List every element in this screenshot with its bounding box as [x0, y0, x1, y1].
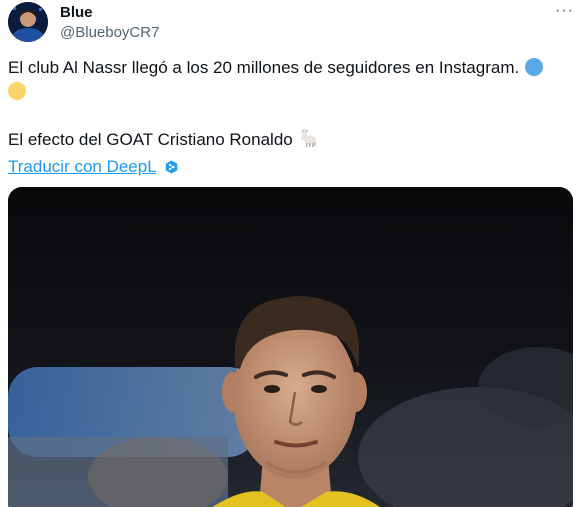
- translate-with-deepl-link[interactable]: Traducir con DeepL: [8, 157, 156, 176]
- avatar[interactable]: [8, 2, 48, 42]
- tweet-card: Blue @BlueboyCR7 ··· El club Al Nassr ll…: [0, 0, 585, 507]
- more-options-icon[interactable]: ···: [555, 2, 574, 20]
- tweet-text-sentence-2: El efecto del GOAT Cristiano Ronaldo: [8, 130, 293, 149]
- goat-emoji: [299, 128, 319, 155]
- translate-row: Traducir con DeepL: [8, 155, 573, 181]
- tweet-text-spacer: [8, 104, 573, 128]
- tweet-media-photo[interactable]: [8, 187, 573, 507]
- tweet-text-line-1: El club Al Nassr llegó a los 20 millones…: [8, 56, 573, 80]
- tweet-text-line-3: El efecto del GOAT Cristiano Ronaldo: [8, 128, 573, 155]
- author-handle[interactable]: @BlueboyCR7: [60, 24, 159, 41]
- yellow-circle-emoji: [8, 82, 26, 100]
- tweet-text-sentence-1: El club Al Nassr llegó a los 20 millones…: [8, 58, 520, 77]
- deepl-icon[interactable]: [165, 157, 178, 181]
- tweet-header: Blue @BlueboyCR7 ···: [8, 2, 578, 46]
- tweet-text: El club Al Nassr llegó a los 20 millones…: [8, 56, 573, 181]
- tweet-text-line-2: [8, 80, 573, 104]
- blue-circle-emoji: [525, 58, 544, 76]
- author-name[interactable]: Blue: [60, 4, 93, 21]
